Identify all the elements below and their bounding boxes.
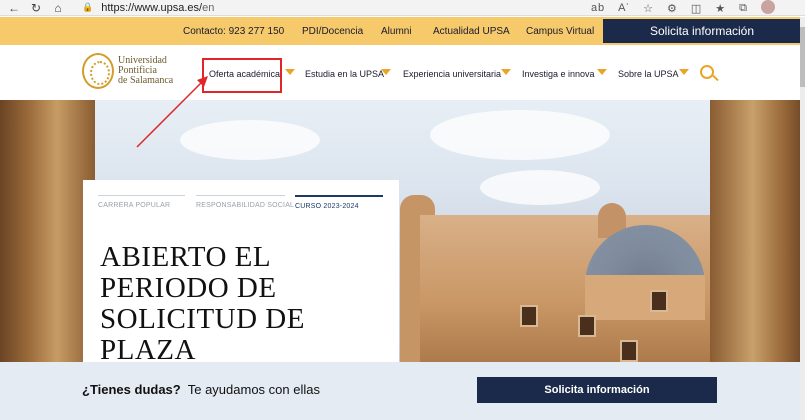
read-aloud-icon[interactable]: Aʾ	[618, 2, 629, 14]
nav-sobre[interactable]: Sobre la UPSA	[618, 69, 679, 79]
favorites-icon[interactable]: ★	[715, 2, 725, 15]
address-bar[interactable]: 🔒 https://www.upsa.es/en	[82, 2, 214, 14]
refresh-icon[interactable]: ↻	[28, 0, 44, 16]
help-subtext: Te ayudamos con ellas	[187, 382, 320, 397]
highlight-box	[202, 58, 282, 93]
chevron-down-icon[interactable]	[381, 69, 391, 75]
url-path: en	[202, 1, 215, 14]
url-domain: https://www.upsa.es/	[101, 1, 203, 14]
collections-icon[interactable]: ⧉	[739, 2, 747, 15]
request-info-button-top[interactable]: Solicita información	[603, 19, 801, 43]
tab-curso-2023-2024[interactable]: CURSO 2023-2024	[295, 195, 383, 211]
search-icon[interactable]	[700, 65, 714, 79]
cloud	[180, 120, 320, 160]
help-strip: ¿Tienes dudas? Te ayudamos con ellas Sol…	[0, 362, 805, 420]
hero-card: CARRERA POPULAR RESPONSABILIDAD SOCIAL C…	[83, 180, 399, 362]
hero-banner: CARRERA POPULAR RESPONSABILIDAD SOCIAL C…	[0, 100, 805, 362]
nav-investiga[interactable]: Investiga e innova	[522, 69, 595, 79]
reading-icon[interactable]: a b	[591, 2, 604, 14]
chevron-down-icon[interactable]	[597, 69, 607, 75]
seal-icon	[82, 53, 114, 89]
tab-responsabilidad-social[interactable]: RESPONSABILIDAD SOCIAL	[196, 195, 294, 211]
university-logo[interactable]: Universidad Pontificia de Salamanca	[82, 53, 173, 89]
chevron-down-icon[interactable]	[501, 69, 511, 75]
link-pdi-docencia[interactable]: PDI/Docencia	[302, 17, 363, 45]
scrollbar-thumb[interactable]	[800, 27, 805, 87]
cloud	[480, 170, 600, 205]
nav-experiencia[interactable]: Experiencia universitaria	[403, 69, 501, 79]
hero-title: ABIERTO EL PERIODO DE SOLICITUD DE PLAZA	[100, 241, 305, 363]
split-screen-icon[interactable]: ◫	[691, 2, 701, 15]
lock-icon[interactable]: 🔒	[82, 2, 93, 13]
link-alumni[interactable]: Alumni	[381, 17, 412, 45]
utility-bar: Contacto: 923 277 150 PDI/Docencia Alumn…	[0, 17, 805, 45]
home-icon[interactable]: ⌂	[50, 0, 66, 16]
browser-toolbar: ← ↻ ⌂ 🔒 https://www.upsa.es/en a b Aʾ ☆ …	[0, 0, 805, 16]
cloud	[430, 110, 610, 160]
nav-estudia[interactable]: Estudia en la UPSA	[305, 69, 384, 79]
contact-phone[interactable]: Contacto: 923 277 150	[183, 17, 284, 45]
main-nav: Universidad Pontificia de Salamanca Ofer…	[0, 45, 805, 100]
column-left	[0, 100, 95, 362]
logo-text: Universidad Pontificia de Salamanca	[118, 56, 173, 86]
scrollbar[interactable]	[800, 17, 805, 420]
link-actualidad[interactable]: Actualidad UPSA	[433, 17, 510, 45]
link-campus-virtual[interactable]: Campus Virtual	[526, 17, 594, 45]
chevron-down-icon[interactable]	[285, 69, 295, 75]
window	[620, 340, 638, 362]
window	[520, 305, 538, 327]
window	[650, 290, 668, 312]
help-text: ¿Tienes dudas? Te ayudamos con ellas	[82, 382, 320, 397]
tab-carrera-popular[interactable]: CARRERA POPULAR	[98, 195, 185, 211]
window	[578, 315, 596, 337]
column-right	[710, 100, 805, 362]
request-info-button[interactable]: Solicita información	[477, 377, 717, 403]
logo-line-3: de Salamanca	[118, 75, 174, 86]
back-icon[interactable]: ←	[6, 0, 22, 16]
dome-drum	[585, 275, 705, 320]
extensions-icon[interactable]: ⚙	[667, 2, 677, 15]
favorite-icon[interactable]: ☆	[643, 2, 653, 15]
help-question: ¿Tienes dudas?	[82, 382, 181, 397]
browser-actions: a b Aʾ ☆ ⚙ ◫ ★ ⧉	[591, 0, 777, 16]
chevron-down-icon[interactable]	[679, 69, 689, 75]
profile-avatar[interactable]	[761, 0, 775, 14]
